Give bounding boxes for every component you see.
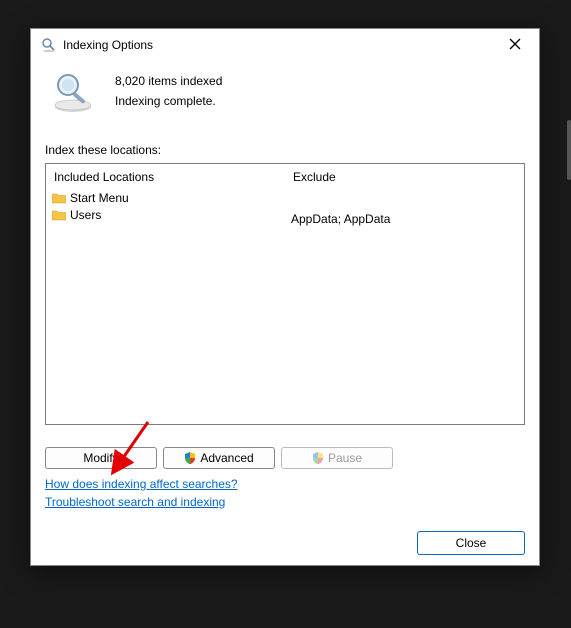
pause-button: Pause — [281, 447, 393, 469]
button-label: Modify — [83, 451, 118, 465]
magnifier-icon — [49, 67, 97, 115]
exclude-value: AppData; AppData — [291, 190, 518, 226]
included-column: Included Locations Start Menu Users — [46, 164, 285, 424]
scrollbar[interactable] — [567, 120, 571, 180]
shield-icon — [312, 452, 324, 464]
button-label: Advanced — [200, 451, 253, 465]
help-link-troubleshoot[interactable]: Troubleshoot search and indexing — [45, 495, 225, 509]
locations-list: Included Locations Start Menu Users Excl… — [45, 163, 525, 425]
folder-icon — [52, 192, 66, 204]
modify-button[interactable]: Modify — [45, 447, 157, 469]
indexing-options-dialog: Indexing Options 8,020 items indexed Ind… — [30, 28, 540, 566]
folder-icon — [52, 209, 66, 221]
close-icon[interactable] — [499, 38, 531, 53]
advanced-button[interactable]: Advanced — [163, 447, 275, 469]
exclude-column: Exclude AppData; AppData — [285, 164, 524, 424]
included-header: Included Locations — [52, 168, 279, 190]
locations-label: Index these locations: — [45, 143, 525, 157]
close-button[interactable]: Close — [417, 531, 525, 555]
location-name: Users — [70, 207, 101, 224]
indexing-icon — [41, 37, 57, 53]
list-item[interactable]: Users — [52, 207, 279, 224]
indexing-state: Indexing complete. — [115, 91, 222, 111]
list-item[interactable]: Start Menu — [52, 190, 279, 207]
titlebar: Indexing Options — [31, 29, 539, 61]
location-name: Start Menu — [70, 190, 129, 207]
items-indexed-count: 8,020 items indexed — [115, 71, 222, 91]
window-title: Indexing Options — [63, 38, 499, 52]
button-label: Close — [456, 536, 487, 550]
button-label: Pause — [328, 451, 362, 465]
help-link-how[interactable]: How does indexing affect searches? — [45, 477, 238, 491]
dialog-content: 8,020 items indexed Indexing complete. I… — [31, 61, 539, 565]
exclude-header: Exclude — [291, 168, 518, 190]
shield-icon — [184, 452, 196, 464]
